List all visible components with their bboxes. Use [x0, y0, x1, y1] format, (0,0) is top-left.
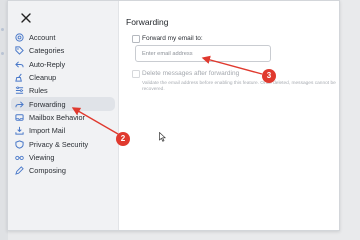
annotation-arrows — [71, 55, 263, 135]
arrow-to-email-input — [201, 55, 263, 75]
annotation-badge-3: 3 — [262, 69, 276, 83]
annotation-badge-2: 2 — [116, 132, 130, 146]
arrow-to-forwarding — [71, 107, 119, 135]
